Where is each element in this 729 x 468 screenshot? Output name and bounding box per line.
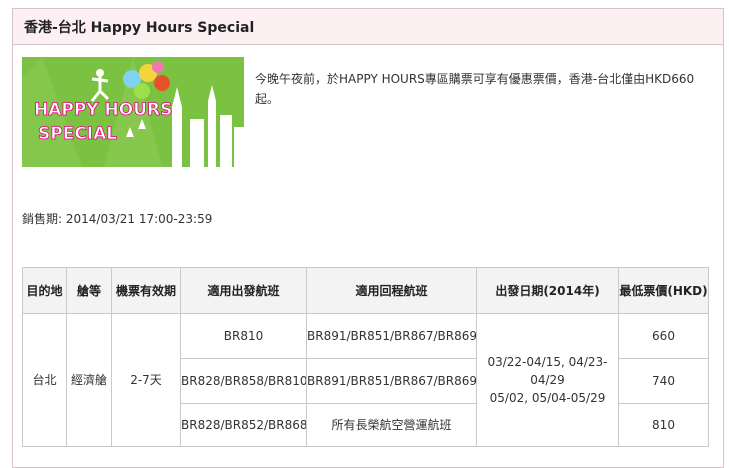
cell-return: BR891/BR851/BR867/BR869/BR855/BR871/BR80… [306, 358, 477, 404]
fare-table: 目的地 艙等 機票有效期 適用出發航班 適用回程航班 出發日期(2014年) 最… [22, 267, 709, 447]
col-header-cabin: 艙等 [66, 267, 112, 314]
sale-period: 銷售期: 2014/03/21 17:00-23:59 [22, 210, 212, 227]
promo-panel: 香港-台北 Happy Hours Special HAPPY HOURS SP… [12, 8, 724, 468]
panel-header: 香港-台北 Happy Hours Special [13, 9, 723, 45]
cell-dates: 03/22-04/15, 04/23-04/29 05/02, 05/04-05… [476, 313, 619, 447]
happy-hours-banner-image: HAPPY HOURS SPECIAL [22, 57, 244, 167]
banner-text-line2: SPECIAL [38, 124, 117, 144]
cell-outbound: BR828/BR858/BR810 [180, 358, 307, 404]
cell-return: BR891/BR851/BR867/BR869/BR855/BR871/BR82… [306, 313, 477, 359]
sale-period-value: 2014/03/21 17:00-23:59 [65, 212, 213, 226]
col-header-validity: 機票有效期 [111, 267, 181, 314]
col-header-outbound: 適用出發航班 [180, 267, 307, 314]
col-header-fare: 最低票價(HKD) [618, 267, 709, 314]
sale-period-label: 銷售期 [22, 212, 59, 226]
table-row: 台北 經濟艙 2-7天 BR810 BR891/BR851/BR867/BR86… [22, 313, 709, 447]
cell-fare: 660 [618, 313, 709, 359]
col-header-destination: 目的地 [22, 267, 67, 314]
banner-text-line1: HAPPY HOURS [34, 100, 172, 120]
cell-fare: 810 [618, 403, 709, 447]
col-header-dates: 出發日期(2014年) [476, 267, 619, 314]
cell-outbound: BR810 [180, 313, 307, 359]
cell-validity: 2-7天 [111, 313, 181, 447]
table-header-row: 目的地 艙等 機票有效期 適用出發航班 適用回程航班 出發日期(2014年) 最… [22, 267, 709, 314]
col-header-return: 適用回程航班 [306, 267, 477, 314]
cell-return: 所有長榮航空營運航班 [306, 403, 477, 447]
banner-illustration: HAPPY HOURS SPECIAL [22, 57, 244, 167]
dates-line1: 03/22-04/15, 04/23-04/29 [487, 355, 608, 387]
dates-line2: 05/02, 05/04-05/29 [489, 391, 606, 405]
cell-outbound: BR828/BR852/BR868/BR858/BR810 [180, 403, 307, 447]
sale-period-colon: : [58, 212, 66, 226]
intro-text: 今晚午夜前，於HAPPY HOURS專區購票可享有優惠票價，香港-台北僅由HKD… [255, 72, 695, 106]
cell-cabin: 經濟艙 [66, 313, 112, 447]
cell-fare: 740 [618, 358, 709, 404]
page-title: 香港-台北 Happy Hours Special [24, 19, 255, 36]
cell-destination: 台北 [22, 313, 67, 447]
